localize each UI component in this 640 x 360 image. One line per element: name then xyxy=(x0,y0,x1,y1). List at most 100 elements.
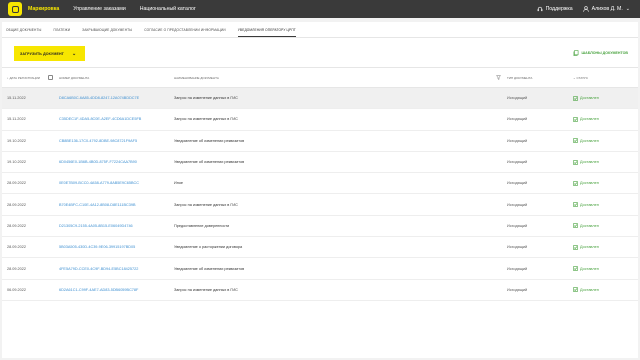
chevron-down-icon: ⌄ xyxy=(71,50,77,57)
headset-icon xyxy=(537,6,542,12)
document-templates-label: ШАБЛОНЫ ДОКУМЕНТОВ xyxy=(581,51,629,55)
registration-date-cell: 15.11.2022 xyxy=(2,108,57,131)
filter-icon[interactable] xyxy=(496,75,501,80)
status-badge: Доставлен xyxy=(573,180,638,186)
status-cell: Доставлен xyxy=(571,172,638,195)
table-row[interactable]: 06.09.2022 6D2A61C1-C99F-4AE7-AD83-5DB605… xyxy=(2,279,638,301)
status-badge: Доставлен xyxy=(573,95,638,101)
registration-date-cell: 19.10.2022 xyxy=(2,151,57,174)
document-number-link[interactable]: B70E4BFC-C10E-4A12-8B08-D8E111BC39B xyxy=(57,193,172,216)
status-label: Доставлен xyxy=(580,287,599,292)
nav-item-marking[interactable]: Маркировка xyxy=(28,6,59,12)
app-logo-icon[interactable] xyxy=(8,2,22,16)
status-cell: Доставлен xyxy=(571,279,638,301)
tab-general-documents[interactable]: Общие документы xyxy=(6,28,42,37)
registration-date-cell: 06.09.2022 xyxy=(2,279,57,301)
status-badge: Доставлен xyxy=(573,223,638,229)
document-number-link[interactable]: 5B03A505-430D-4C39-9E06-39915197BD05 xyxy=(57,236,172,259)
status-header-label: Статус xyxy=(576,75,588,80)
document-name-cell: Запрос на изменение данных в ГИС xyxy=(172,193,505,216)
document-type-cell: Исходящий xyxy=(505,151,571,174)
document-number-link[interactable]: D8CA6B0C-6A85-4DD8-8247-12A074BDDC7E xyxy=(57,87,172,110)
column-header-name[interactable]: Наименование документа xyxy=(172,67,505,88)
status-badge: Доставлен xyxy=(573,117,638,122)
document-name-cell: Запрос на изменение данных в ГИС xyxy=(172,279,505,301)
checkbox-checked-icon xyxy=(573,138,578,144)
sort-arrow-icon: ↓ xyxy=(7,75,9,80)
document-name-cell: Запрос на изменение данных в ГИС xyxy=(172,87,505,110)
upload-document-button[interactable]: ЗАГРУЗИТЬ ДОКУМЕНТ ⌄ xyxy=(14,46,85,61)
support-label: Поддержка xyxy=(545,6,573,12)
status-label: Доставлен xyxy=(580,117,599,122)
column-header-status[interactable]: ⌄Статус xyxy=(571,67,638,88)
checkbox-checked-icon xyxy=(573,287,578,293)
document-templates-link[interactable]: ШАБЛОНЫ ДОКУМЕНТОВ xyxy=(573,50,629,56)
status-badge: Доставлен xyxy=(573,159,638,165)
documents-table: ↓Дата регистрации Номер документа Наимен… xyxy=(2,67,638,301)
document-number-link[interactable]: 6D2A61C1-C99F-4AE7-AD83-5DB6059BC78F xyxy=(57,279,172,301)
chevron-down-icon: ⌄ xyxy=(573,75,576,80)
table-row[interactable]: 19.10.2022 CB8BE136-17C0-4792-8DBE-98C872… xyxy=(2,130,638,152)
document-name-cell: Запрос на изменение данных в ГИС xyxy=(172,108,505,131)
column-header-number[interactable]: Номер документа xyxy=(57,67,172,88)
table-row[interactable]: 28.09.2022 0E0E7B09-BCC0-4A58-A779-8AB5E9… xyxy=(2,172,638,195)
document-name-cell: Уведомление об изменении реквизитов xyxy=(172,151,505,174)
nav-item-national-catalog[interactable]: Национальный каталог xyxy=(140,6,196,12)
document-type-cell: Исходящий xyxy=(505,87,571,110)
tab-closing-documents[interactable]: Закрывающие документы xyxy=(82,28,132,37)
registration-date-cell: 28.09.2022 xyxy=(2,172,57,195)
status-cell: Доставлен xyxy=(571,151,638,174)
registration-date-cell: 28.09.2022 xyxy=(2,236,57,259)
tab-operator-notifications[interactable]: Уведомления оператору ЦРПТ xyxy=(237,28,296,37)
status-cell: Доставлен xyxy=(571,236,638,259)
top-navigation-bar: Маркировка Управление заказами Националь… xyxy=(0,0,640,18)
table-row[interactable]: 15.11.2022 C35DEC1F-4DA5-8C0E-A2EF-4CD6A1… xyxy=(2,108,638,131)
user-icon xyxy=(582,6,589,12)
document-number-link[interactable]: C35DEC1F-4DA5-8C0E-A2EF-4CD6A1DCE5FB xyxy=(57,108,172,131)
document-type-cell: Исходящий xyxy=(505,257,571,280)
document-stack-icon xyxy=(573,50,578,56)
document-type-cell: Исходящий xyxy=(505,130,571,152)
select-all-checkbox[interactable] xyxy=(48,75,53,80)
column-header-type[interactable]: Тип документа xyxy=(505,67,571,88)
document-type-cell: Исходящий xyxy=(505,193,571,216)
document-tabs: Общие документы Платежи Закрывающие доку… xyxy=(2,22,638,38)
document-number-link[interactable]: CB8BE136-17C0-4792-8DBE-98C8721F9AF5 xyxy=(57,130,172,152)
table-row[interactable]: 28.09.2022 5B03A505-430D-4C39-9E06-399151… xyxy=(2,236,638,259)
table-row[interactable]: 28.09.2022 B70E4BFC-C10E-4A12-8B08-D8E111… xyxy=(2,193,638,216)
support-link[interactable]: Поддержка xyxy=(537,6,573,12)
table-row[interactable]: 28.09.2022 4FE5A79D-CCE0-4C9F-BD94-E5BC18… xyxy=(2,257,638,280)
checkbox-checked-icon xyxy=(573,202,578,208)
status-cell: Доставлен xyxy=(571,193,638,216)
user-name: Алихов Д. М. xyxy=(591,6,623,12)
table-row[interactable]: 15.11.2022 D8CA6B0C-6A85-4DD8-8247-12A074… xyxy=(2,87,638,110)
status-label: Доставлен xyxy=(580,266,599,271)
document-number-link[interactable]: 4FE5A79D-CCE0-4C9F-BD94-E5BC18425722 xyxy=(57,257,172,280)
registration-date-cell: 28.09.2022 xyxy=(2,257,57,280)
status-cell: Доставлен xyxy=(571,87,638,110)
checkbox-checked-icon xyxy=(573,244,578,250)
status-label: Доставлен xyxy=(580,96,599,101)
status-badge: Доставлен xyxy=(573,266,638,271)
table-row[interactable]: 19.10.2022 6D0456E0-1B6B-4B0D-875F-F7224C… xyxy=(2,151,638,174)
document-number-link[interactable]: 6D0456E0-1B6B-4B0D-875F-F7224CAA7B90 xyxy=(57,151,172,174)
column-header-date[interactable]: ↓Дата регистрации xyxy=(2,67,57,88)
name-header-label: Наименование документа xyxy=(174,75,219,80)
checkbox-checked-icon xyxy=(573,266,578,271)
status-badge: Доставлен xyxy=(573,287,638,293)
tab-payments[interactable]: Платежи xyxy=(54,28,71,37)
status-label: Доставлен xyxy=(580,202,599,207)
user-menu[interactable]: Алихов Д. М. ⌄ xyxy=(582,6,630,12)
document-type-cell: Исходящий xyxy=(505,108,571,131)
status-badge: Доставлен xyxy=(573,202,638,208)
document-name-cell: Уведомление о расторжении договора xyxy=(172,236,505,259)
registration-date-cell: 28.09.2022 xyxy=(2,215,57,238)
status-label: Доставлен xyxy=(580,160,599,165)
status-label: Доставлен xyxy=(580,223,599,228)
tab-information-consent[interactable]: Согласие о предоставлении информации xyxy=(144,28,226,37)
table-row[interactable]: 28.09.2022 D21305C9-2155-4A05-8B15-E06049… xyxy=(2,215,638,238)
checkbox-checked-icon xyxy=(573,180,578,186)
document-number-link[interactable]: 0E0E7B09-BCC0-4A58-A779-8AB5E9C65BCC xyxy=(57,172,172,195)
nav-item-order-management[interactable]: Управление заказами xyxy=(73,6,125,12)
document-number-link[interactable]: D21305C9-2155-4A05-8B15-E06049D4746 xyxy=(57,215,172,238)
